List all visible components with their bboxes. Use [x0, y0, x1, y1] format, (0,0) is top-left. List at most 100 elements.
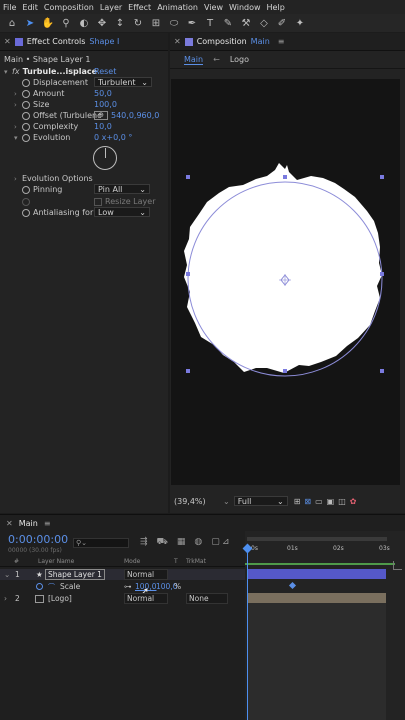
chevron-right-icon[interactable]: ›: [14, 101, 22, 109]
menu-effect[interactable]: Effect: [128, 3, 151, 12]
evolution-dial[interactable]: [93, 146, 117, 170]
close-icon[interactable]: ✕: [4, 37, 11, 46]
crosshair-icon[interactable]: ⊕: [94, 111, 108, 120]
chevron-down-icon[interactable]: ⌄: [4, 570, 10, 579]
antialiasing-dropdown[interactable]: Low ⌄: [94, 207, 150, 217]
eraser-tool-icon[interactable]: ◇: [258, 17, 270, 29]
menu-edit[interactable]: Edit: [22, 3, 38, 12]
chevron-right-icon[interactable]: ›: [14, 90, 22, 98]
menu-help[interactable]: Help: [267, 3, 285, 12]
mask-visibility-icon[interactable]: ▭: [315, 497, 323, 506]
work-area-bar[interactable]: [247, 537, 387, 541]
menu-view[interactable]: View: [204, 3, 223, 12]
menu-icon[interactable]: ≡: [278, 37, 285, 46]
dolly-tool-icon[interactable]: ↕: [114, 17, 126, 29]
home-icon[interactable]: ⌂: [6, 17, 18, 29]
puppet-tool-icon[interactable]: ✦: [294, 17, 306, 29]
timeline-tab[interactable]: ✕ Main ≡: [0, 515, 405, 531]
chevron-down-icon[interactable]: ▾: [4, 68, 12, 76]
comp-flowchart-icon[interactable]: ⇶: [140, 537, 148, 548]
layer-row[interactable]: ⌄ 1 ★ Shape Layer 1 Normal: [0, 569, 245, 580]
anchor-tool-icon[interactable]: ⊞: [150, 17, 162, 29]
playhead-line[interactable]: [247, 545, 248, 720]
resize-layer-checkbox[interactable]: [94, 197, 102, 206]
roto-tool-icon[interactable]: ✐: [276, 17, 288, 29]
selection-tool-icon[interactable]: ➤: [24, 17, 36, 29]
stopwatch-icon[interactable]: [22, 185, 30, 194]
zoom-tool-icon[interactable]: ⚲: [60, 17, 72, 29]
stopwatch-icon[interactable]: [22, 78, 30, 87]
size-value[interactable]: 100,0: [94, 100, 117, 109]
menu-layer[interactable]: Layer: [100, 3, 122, 12]
pinning-dropdown[interactable]: Pin All ⌄: [94, 184, 150, 194]
stopwatch-icon[interactable]: [22, 133, 30, 142]
layer-2-duration-bar[interactable]: [248, 593, 386, 603]
stopwatch-icon[interactable]: [36, 583, 43, 590]
menu-window[interactable]: Window: [229, 3, 261, 12]
rotate-tool-icon[interactable]: ↻: [132, 17, 144, 29]
snapshot-icon[interactable]: ▣: [327, 497, 335, 506]
layer-mode-dropdown[interactable]: Normal: [124, 569, 168, 580]
breadcrumb-main[interactable]: Main: [184, 55, 204, 65]
chevron-down-icon[interactable]: ▾: [14, 134, 22, 142]
fx-icon[interactable]: fx: [12, 67, 20, 76]
layer-1-duration-bar[interactable]: [248, 569, 386, 579]
displacement-dropdown[interactable]: Turbulent ⌄: [94, 77, 152, 87]
zoom-dropdown[interactable]: (39,4%): [174, 497, 219, 506]
menu-file[interactable]: File: [3, 3, 16, 12]
effect-controls-tab[interactable]: ✕ Effect Controls Shape I: [0, 33, 168, 51]
bbox-handle[interactable]: [380, 369, 384, 373]
transparency-grid-icon[interactable]: ⊠: [304, 497, 311, 506]
type-tool-icon[interactable]: T: [204, 17, 216, 29]
layer-trkmat-dropdown[interactable]: None: [186, 593, 228, 604]
evolution-value[interactable]: 0 x+0,0 °: [94, 133, 132, 142]
stopwatch-icon[interactable]: [22, 111, 30, 120]
chevron-right-icon[interactable]: ›: [14, 123, 22, 131]
timeline-graph-area[interactable]: 0s 01s 02s 03s: [242, 531, 405, 720]
breadcrumb-logo[interactable]: Logo: [230, 55, 249, 64]
orbit-tool-icon[interactable]: ◐: [78, 17, 90, 29]
time-ruler[interactable]: 0s 01s 02s 03s: [245, 545, 395, 555]
stamp-tool-icon[interactable]: ⚒: [240, 17, 252, 29]
bbox-handle[interactable]: [380, 175, 384, 179]
amount-value[interactable]: 50,0: [94, 89, 112, 98]
close-icon[interactable]: ✕: [6, 519, 13, 528]
color-management-icon[interactable]: ✿: [350, 497, 357, 506]
brush-tool-icon[interactable]: ✎: [222, 17, 234, 29]
timecode[interactable]: 0:00:00:00: [8, 533, 68, 546]
hand-tool-icon[interactable]: ✋: [42, 17, 54, 29]
frame-blending-icon[interactable]: ▦: [177, 537, 186, 548]
layer-mode-dropdown[interactable]: Normal: [124, 593, 168, 604]
complexity-value[interactable]: 10,0: [94, 122, 112, 131]
keyframe-icon[interactable]: [288, 581, 297, 590]
reset-link[interactable]: Reset: [94, 67, 116, 76]
bbox-handle[interactable]: [186, 272, 190, 276]
column-layer-name[interactable]: Layer Name: [38, 558, 74, 565]
resolution-dropdown[interactable]: Full ⌄: [233, 496, 288, 506]
region-icon[interactable]: ⊞: [294, 497, 301, 506]
offset-value[interactable]: 540,0,960,0: [111, 111, 159, 120]
composition-tab[interactable]: ✕ Composition Main ≡: [170, 33, 405, 51]
shy-layers-icon[interactable]: ⛟: [157, 537, 168, 548]
bbox-handle[interactable]: [283, 175, 287, 179]
layer-search-input[interactable]: ⚲⌄: [73, 538, 129, 548]
chevron-right-icon[interactable]: ›: [4, 594, 7, 603]
menu-animation[interactable]: Animation: [157, 3, 198, 12]
close-icon[interactable]: ✕: [174, 37, 181, 46]
graph-icon[interactable]: ⌒: [48, 582, 55, 592]
motion-blur-icon[interactable]: ◍: [194, 537, 202, 548]
layer-name[interactable]: [Logo]: [48, 594, 72, 603]
constrain-link-icon[interactable]: ⊶: [124, 582, 132, 591]
stopwatch-icon[interactable]: [22, 89, 30, 98]
stopwatch-icon[interactable]: [22, 122, 30, 131]
stopwatch-icon[interactable]: [22, 208, 30, 217]
stopwatch-icon[interactable]: [22, 100, 30, 109]
channel-icon[interactable]: ◫: [338, 497, 346, 506]
bbox-handle[interactable]: [283, 369, 287, 373]
chevron-down-icon[interactable]: ⌄: [223, 497, 230, 506]
pan-tool-icon[interactable]: ✥: [96, 17, 108, 29]
shape-tool-icon[interactable]: ⬭: [168, 17, 180, 29]
chevron-right-icon[interactable]: ›: [14, 175, 22, 183]
layer-row[interactable]: › 2 [Logo] Normal None: [0, 593, 245, 604]
graph-editor-icon[interactable]: ▢: [211, 537, 220, 548]
